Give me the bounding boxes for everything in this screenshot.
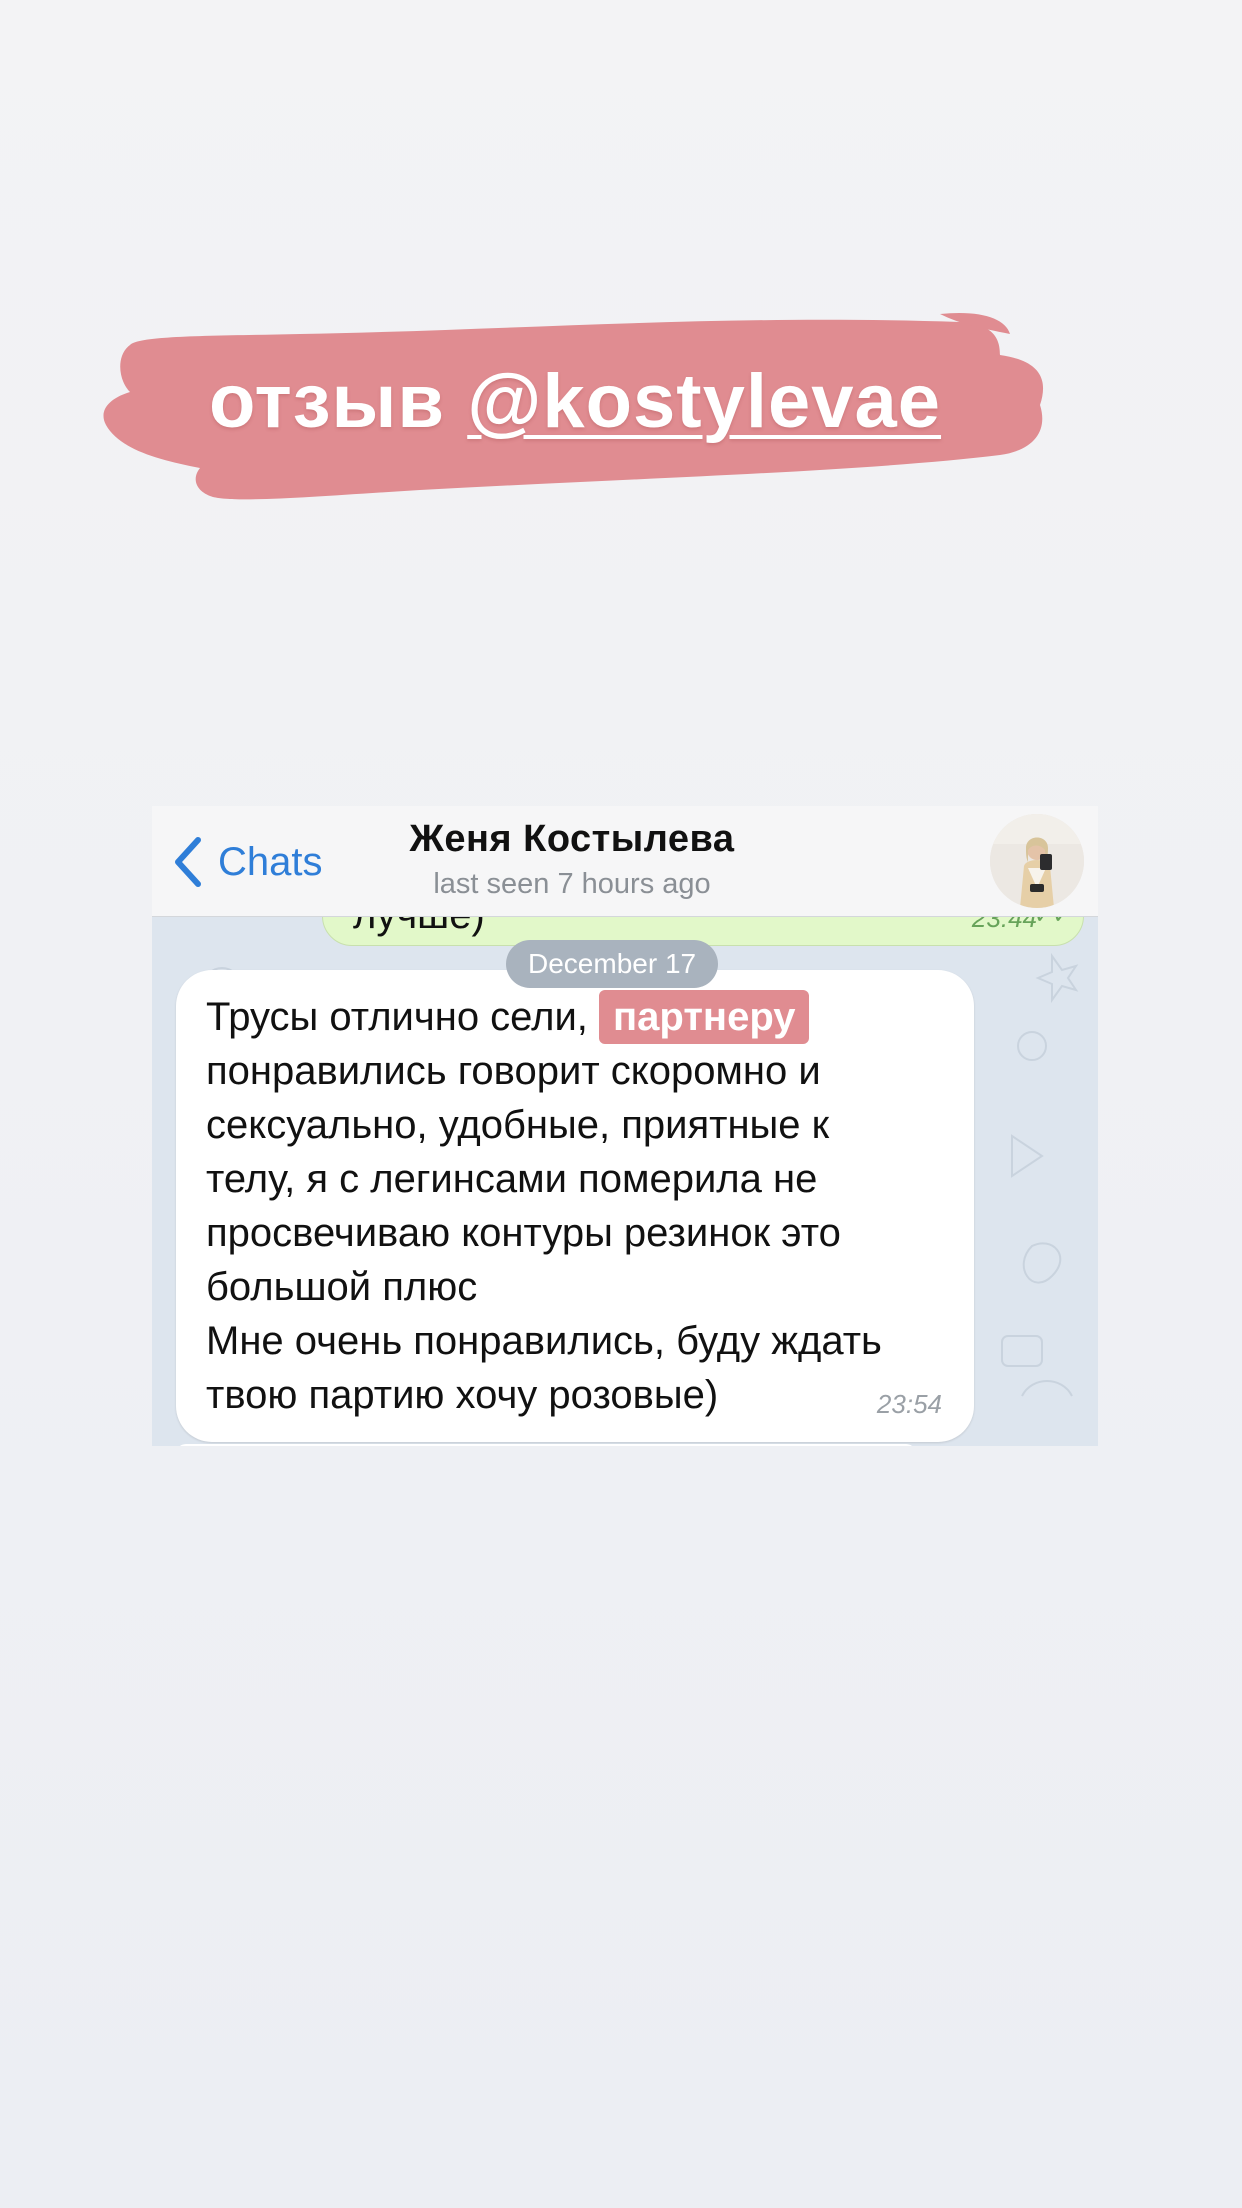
chevron-left-icon [175,837,201,887]
message-text-rest: понравились говорит скоромно и сексуальн… [206,1049,882,1417]
story-title-handle[interactable]: @kostylevae [467,359,941,444]
avatar[interactable] [990,814,1084,908]
incoming-message[interactable]: Трусы отлично сели, партнеру понравились… [176,970,974,1442]
telegram-screenshot: Chats Женя Костылева last seen 7 hours a… [152,806,1098,1446]
next-message-edge [176,1444,916,1446]
story-title-text: отзыв @kostylevae [100,358,1050,445]
story-title-sticker: отзыв @kostylevae [100,300,1050,510]
story-title-prefix: отзыв [208,359,468,444]
message-time: 23:54 [876,1389,942,1419]
chat-title[interactable]: Женя Костылева [352,818,792,861]
chat-header: Chats Женя Костылева last seen 7 hours a… [152,806,1098,917]
back-button[interactable]: Chats [172,830,323,894]
chat-status: last seen 7 hours ago [433,868,711,900]
date-separator: December 17 [506,940,719,988]
back-button-label: Chats [218,839,323,884]
avatar-photo-icon [990,814,1084,908]
message-highlight: партнеру [599,990,810,1044]
message-text: Трусы отлично сели, партнеру понравились… [206,990,966,1422]
chat-messages-area: лучше) 23:44 ✓✓ December 17 Трусы отличн… [152,876,1098,1446]
message-text-start: Трусы отлично сели, [206,995,600,1039]
